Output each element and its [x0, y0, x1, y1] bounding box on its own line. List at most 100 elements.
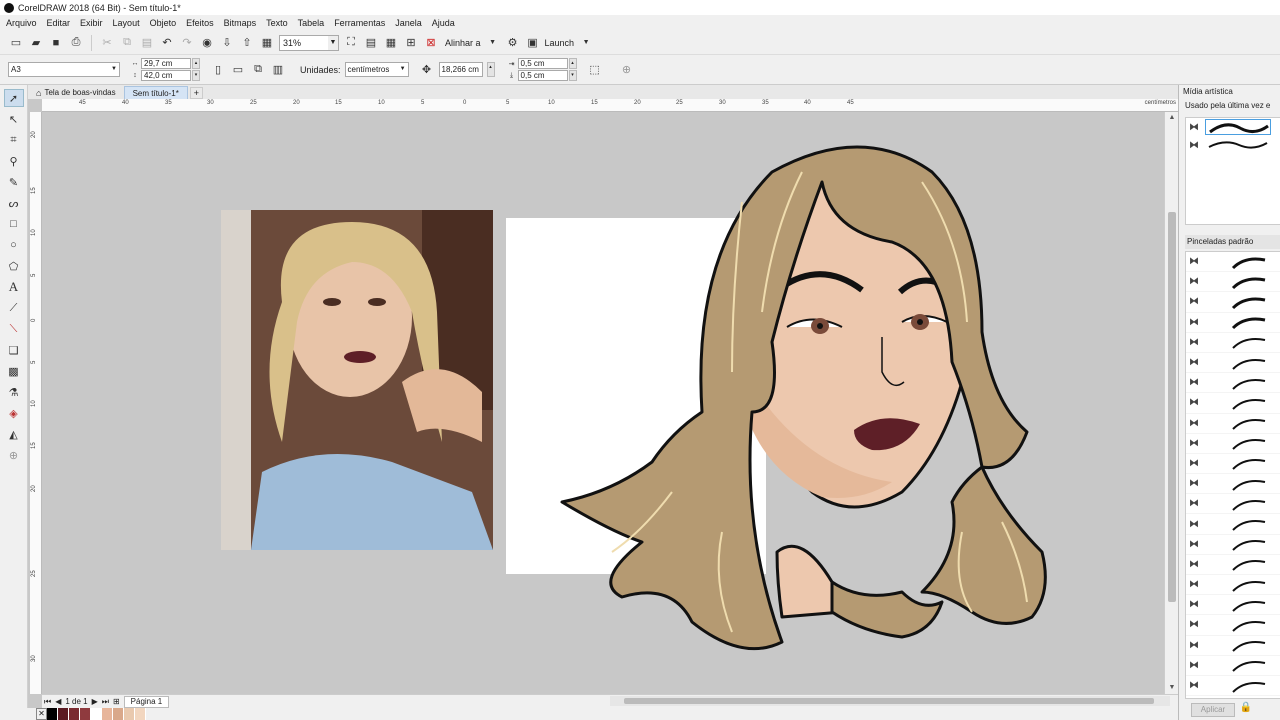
vertical-scrollbar[interactable]: ▲ ▼ [1164, 112, 1178, 694]
cut-icon[interactable]: ✂ [99, 35, 115, 51]
smart-fill-tool-icon[interactable]: ◭ [4, 425, 24, 443]
freehand-tool-icon[interactable]: ✎ [4, 173, 24, 191]
duplicate-x-input[interactable]: 0,5 cm [517, 58, 568, 69]
nudge-distance-input[interactable]: 18,266 cm [438, 62, 483, 77]
list-item[interactable]: ⧓ [1186, 434, 1280, 454]
tab-document[interactable]: Sem título-1* [123, 86, 188, 99]
list-item[interactable]: ⧓ [1186, 474, 1280, 495]
list-item[interactable]: ⧓ [1186, 292, 1280, 313]
color-swatch[interactable] [47, 708, 58, 720]
full-screen-icon[interactable]: ⛶ [343, 35, 359, 51]
text-tool-icon[interactable]: A [4, 278, 24, 296]
list-item[interactable]: ⧓ [1186, 494, 1280, 515]
list-item[interactable]: ⧓ [1186, 575, 1280, 596]
color-swatch[interactable] [80, 708, 91, 720]
list-item[interactable]: ⧓ [1186, 136, 1280, 154]
page-tab[interactable]: Página 1 [123, 695, 170, 708]
parallel-dimension-tool-icon[interactable]: ⟋ [4, 299, 24, 317]
current-page-icon[interactable]: ▥ [270, 62, 286, 78]
copy-icon[interactable]: ⧉ [119, 35, 135, 51]
color-swatch[interactable] [113, 708, 124, 720]
list-item[interactable]: ⧓ [1186, 595, 1280, 616]
new-document-icon[interactable]: ▭ [8, 35, 24, 51]
launch-icon[interactable]: ▣ [525, 35, 541, 51]
menu-objeto[interactable]: Objeto [150, 18, 177, 28]
apply-button[interactable]: Aplicar [1191, 703, 1235, 717]
search-content-icon[interactable]: ◉ [199, 35, 215, 51]
list-item[interactable]: ⧓ [1186, 636, 1280, 656]
import-icon[interactable]: ⇩ [219, 35, 235, 51]
shape-tool-icon[interactable]: ↖ [4, 110, 24, 128]
snap-to-icon[interactable]: ⊠ [423, 35, 439, 51]
page-height-input[interactable]: 42,0 cm [141, 70, 191, 81]
menu-bitmaps[interactable]: Bitmaps [224, 18, 257, 28]
list-item[interactable]: ⧓ [1186, 393, 1280, 414]
scroll-down-icon[interactable]: ▼ [1165, 682, 1179, 694]
next-page-icon[interactable]: ▶ [92, 697, 98, 706]
export-icon[interactable]: ⇧ [239, 35, 255, 51]
list-item[interactable]: ⧓ [1186, 414, 1280, 434]
print-icon[interactable]: ⎙ [68, 35, 84, 51]
list-item[interactable]: ⧓ [1186, 353, 1280, 374]
show-guidelines-icon[interactable]: ⊞ [403, 35, 419, 51]
list-item[interactable]: ⧓ [1186, 252, 1280, 273]
save-icon[interactable]: ■ [48, 35, 64, 51]
menu-texto[interactable]: Texto [266, 18, 288, 28]
artistic-media-tool-icon[interactable]: ᔕ [4, 194, 24, 212]
add-property-icon[interactable]: ⊕ [619, 62, 635, 78]
reference-photo[interactable] [221, 210, 493, 550]
list-item[interactable]: ⧓ [1186, 313, 1280, 333]
list-item[interactable]: ⧓ [1186, 333, 1280, 353]
color-swatch[interactable] [135, 708, 146, 720]
show-grid-icon[interactable]: ▦ [383, 35, 399, 51]
nudge-spinner[interactable]: ▴ [486, 62, 495, 77]
first-page-icon[interactable]: ⏮ [44, 697, 51, 707]
color-swatch[interactable] [58, 708, 69, 720]
menu-ajuda[interactable]: Ajuda [432, 18, 455, 28]
landscape-icon[interactable]: ▭ [230, 62, 246, 78]
height-spinner[interactable]: ▾ [192, 70, 200, 81]
page-size-select[interactable]: A3 ▼ [8, 62, 120, 77]
eyedropper-tool-icon[interactable]: ⚗ [4, 383, 24, 401]
add-tab-icon[interactable]: + [189, 87, 203, 99]
list-item[interactable]: ⧓ [1186, 373, 1280, 394]
transparency-tool-icon[interactable]: ▩ [4, 362, 24, 380]
menu-tabela[interactable]: Tabela [298, 18, 325, 28]
interactive-fill-tool-icon[interactable]: ◈ [4, 404, 24, 422]
drawing-canvas[interactable] [42, 112, 1164, 694]
color-swatch[interactable] [69, 708, 80, 720]
paste-icon[interactable]: ▤ [139, 35, 155, 51]
add-tool-icon[interactable]: ⊕ [4, 446, 24, 464]
color-swatch[interactable] [124, 708, 135, 720]
list-item[interactable]: ⧓ [1186, 676, 1280, 697]
list-item[interactable]: ⧓ [1186, 535, 1280, 555]
undo-icon[interactable]: ↶ [159, 35, 175, 51]
crop-tool-icon[interactable]: ⌗ [4, 131, 24, 149]
color-swatch[interactable] [91, 708, 102, 720]
menu-ferramentas[interactable]: Ferramentas [334, 18, 385, 28]
list-item[interactable]: ⧓ [1186, 555, 1280, 575]
prev-page-icon[interactable]: ◀ [55, 697, 61, 706]
launch-dropdown[interactable]: Launch [545, 38, 575, 48]
align-to-dropdown[interactable]: Alinhar a [445, 38, 481, 48]
pdf-icon[interactable]: ▦ [259, 35, 275, 51]
menu-efeitos[interactable]: Efeitos [186, 18, 214, 28]
list-item[interactable]: ⧓ [1186, 454, 1280, 475]
color-swatch[interactable] [102, 708, 113, 720]
page-width-input[interactable]: 29,7 cm [141, 58, 191, 69]
pick-tool-icon[interactable]: ➚ [3, 89, 24, 107]
duplicate-y-input[interactable]: 0,5 cm [517, 70, 568, 81]
lock-icon[interactable]: 🔒 [1239, 702, 1253, 718]
polygon-tool-icon[interactable]: ⬠ [4, 257, 24, 275]
menu-editar[interactable]: Editar [47, 18, 71, 28]
dup-x-spinner[interactable]: ▴ [568, 58, 577, 69]
rectangle-tool-icon[interactable]: □ [4, 215, 24, 233]
connector-tool-icon[interactable]: ⟍ [4, 320, 24, 338]
list-item[interactable]: ⧓ [1186, 615, 1280, 636]
width-spinner[interactable]: ▴ [192, 58, 200, 69]
menu-exibir[interactable]: Exibir [80, 18, 103, 28]
show-rulers-icon[interactable]: ▤ [363, 35, 379, 51]
scroll-thumb[interactable] [1168, 212, 1176, 602]
scroll-thumb[interactable] [624, 698, 1154, 704]
all-pages-icon[interactable]: ⧉ [250, 62, 266, 78]
